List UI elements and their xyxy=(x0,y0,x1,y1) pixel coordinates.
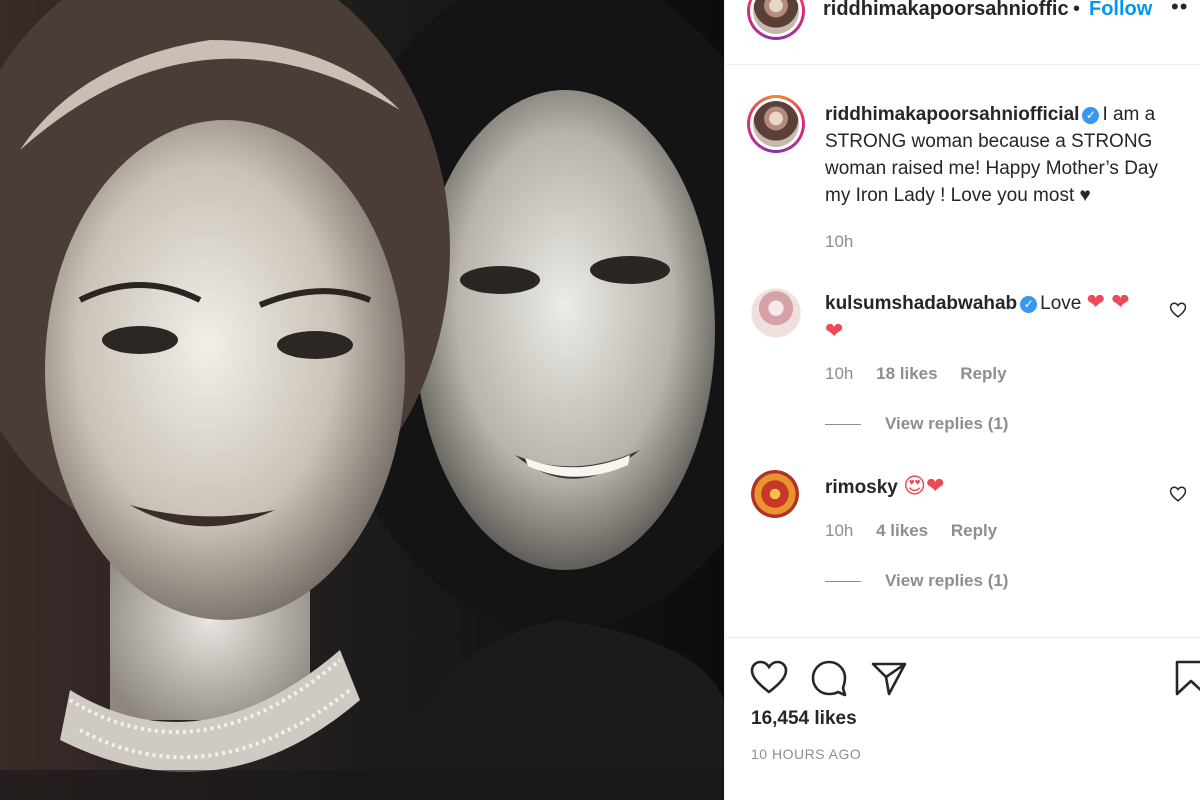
caption-avatar[interactable] xyxy=(747,95,805,153)
caption-username[interactable]: riddhimakapoorsahniofficial xyxy=(825,104,1079,125)
comment-likes[interactable]: 4 likes xyxy=(876,521,928,540)
commenter-avatar[interactable] xyxy=(751,470,799,518)
view-replies-button[interactable]: View replies (1) xyxy=(885,571,1008,591)
commenter-avatar[interactable] xyxy=(751,288,801,338)
reply-button[interactable]: Reply xyxy=(951,521,997,540)
caption: riddhimakapoorsahniofficial ✓ I am a STRON… xyxy=(825,101,1185,209)
follow-button[interactable]: Follow xyxy=(1089,0,1152,21)
comment-time: 10h xyxy=(825,364,854,383)
post-image xyxy=(0,0,724,800)
more-options-icon[interactable]: •• xyxy=(1171,0,1188,20)
comment-meta: 10h 4 likes Reply xyxy=(825,521,1015,541)
view-replies-button[interactable]: View replies (1) xyxy=(885,414,1008,434)
separator-dot: • xyxy=(1073,0,1081,20)
share-icon[interactable] xyxy=(869,658,909,698)
comment: rimosky 😍❤ xyxy=(825,472,1145,501)
reply-button[interactable]: Reply xyxy=(960,364,1006,383)
post-photo[interactable] xyxy=(0,0,724,800)
comment-icon[interactable] xyxy=(809,658,849,698)
heart-icon[interactable] xyxy=(749,658,789,698)
author-avatar[interactable] xyxy=(747,0,805,40)
comment-username[interactable]: rimosky xyxy=(825,477,898,498)
author-username[interactable]: riddhimakapoorsahnioffic xyxy=(823,0,1069,21)
like-comment-heart-icon[interactable] xyxy=(1169,485,1187,503)
post-header: riddhimakapoorsahnioffic • Follow •• xyxy=(725,0,1200,65)
comment-meta: 10h 18 likes Reply xyxy=(825,364,1025,384)
post-panel: riddhimakapoorsahnioffic • Follow •• rid… xyxy=(724,0,1200,800)
comment-text: Love xyxy=(1040,293,1082,314)
comment: kulsumshadabwahab ✓ Love ❤ ❤ ❤ xyxy=(825,288,1145,346)
comment-username[interactable]: kulsumshadabwahab xyxy=(825,293,1017,314)
post-timestamp: 10 HOURS AGO xyxy=(751,746,862,762)
like-comment-heart-icon[interactable] xyxy=(1169,301,1187,319)
comments-section[interactable]: riddhimakapoorsahniofficial ✓ I am a STRON… xyxy=(725,65,1200,637)
caption-meta: 10h xyxy=(825,232,871,252)
comment-time: 10h xyxy=(825,521,854,540)
emoji: 😍❤ xyxy=(903,473,945,498)
verified-icon: ✓ xyxy=(1020,296,1038,313)
likes-count[interactable]: 16,454 likes xyxy=(751,708,857,730)
caption-time: 10h xyxy=(825,232,854,251)
comment-likes[interactable]: 18 likes xyxy=(876,364,937,383)
post-actions: 16,454 likes 10 HOURS AGO xyxy=(725,637,1200,800)
bookmark-icon[interactable] xyxy=(1171,658,1200,698)
verified-icon: ✓ xyxy=(1082,107,1100,124)
replies-divider xyxy=(825,581,861,582)
replies-divider xyxy=(825,424,861,425)
